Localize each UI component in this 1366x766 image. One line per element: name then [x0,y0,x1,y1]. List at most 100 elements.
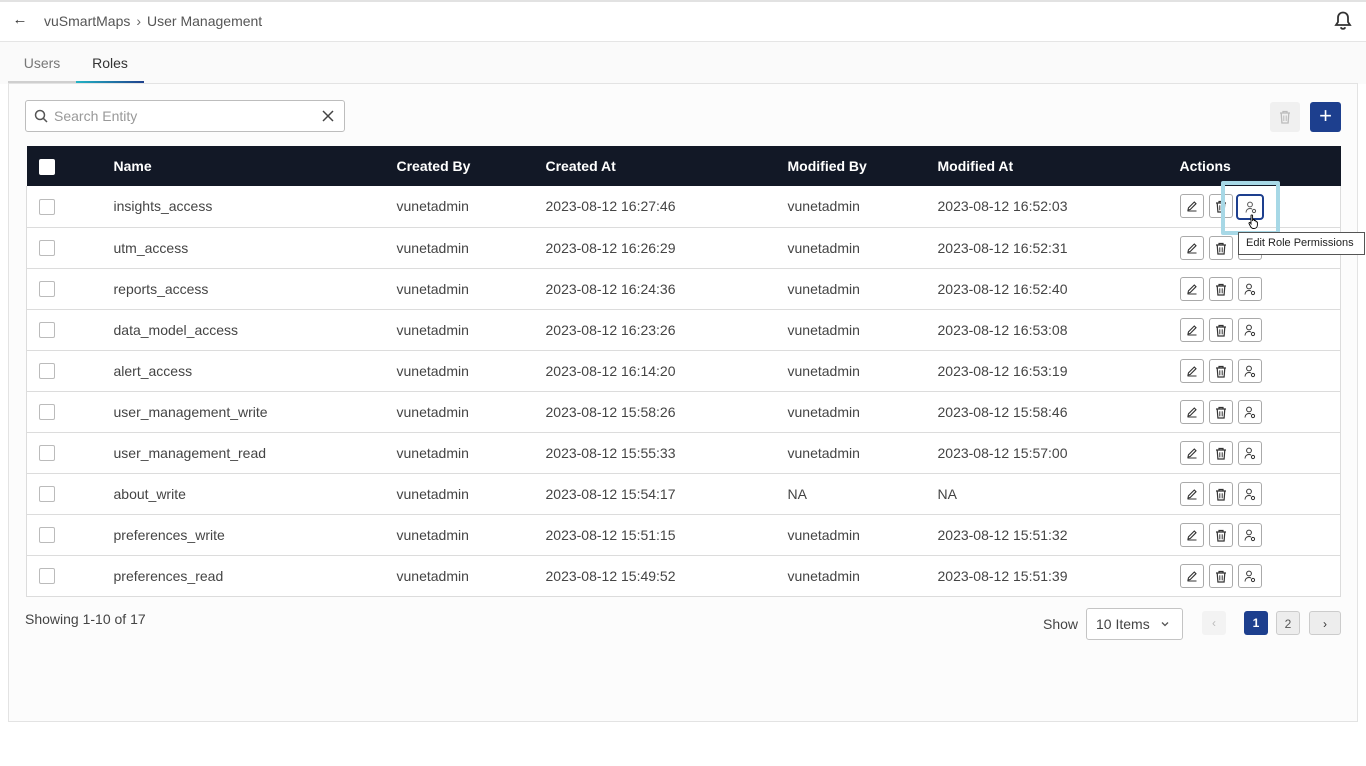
edit-role-button[interactable] [1179,276,1204,301]
prev-page-button[interactable]: ‹ [1202,611,1226,635]
delete-role-button[interactable] [1208,522,1233,547]
edit-role-button[interactable] [1179,194,1204,219]
created-by: vunetadmin [396,239,469,256]
row-actions [1179,268,1341,309]
edit-role-permissions-button[interactable] [1237,440,1262,465]
breadcrumb: vuSmartMaps › User Management [44,13,262,29]
pagination-summary: Showing 1-10 of 17 [25,611,146,627]
table-row: preferences_read vunetadmin 2023-08-12 15:… [26,555,1341,596]
row-checkbox[interactable] [39,404,55,421]
pencil-icon [1186,201,1197,212]
role-name: about_write [113,485,186,502]
row-checkbox[interactable] [39,240,55,257]
row-actions [1179,309,1341,350]
edit-role-button[interactable] [1179,317,1204,342]
trash-icon [1215,365,1226,378]
search-icon [34,109,48,123]
edit-role-permissions-button[interactable] [1237,276,1262,301]
column-header-modified-by[interactable]: Modified By [788,146,938,186]
modified-by: vunetadmin [787,198,860,215]
page-2-button[interactable]: 2 [1276,611,1300,635]
edit-role-permissions-button[interactable] [1237,399,1262,424]
user-permissions-icon [1244,570,1255,582]
edit-role-permissions-button[interactable] [1237,522,1262,547]
role-name: preferences_read [113,567,224,584]
delete-role-button[interactable] [1208,235,1233,260]
row-checkbox[interactable] [39,445,55,462]
page-size-select[interactable]: 10 Items [1086,608,1183,640]
table-row: user_management_write vunetadmin 2023-08-1… [26,391,1341,432]
table-row: data_model_access vunetadmin 2023-08-12 16… [26,309,1341,350]
row-checkbox[interactable] [39,363,55,380]
edit-role-permissions-button[interactable] [1237,481,1262,506]
delete-role-button[interactable] [1208,440,1233,465]
back-arrow-icon[interactable]: ← [10,10,30,30]
created-by: vunetadmin [396,567,469,584]
trash-icon [1215,529,1226,542]
add-role-button[interactable]: + [1310,102,1341,132]
delete-role-button[interactable] [1208,481,1233,506]
user-permissions-icon [1244,365,1255,377]
row-actions [1179,473,1341,514]
edit-role-button[interactable] [1179,481,1204,506]
row-checkbox[interactable] [39,486,55,503]
delete-role-button[interactable] [1208,358,1233,383]
edit-role-permissions-button[interactable] [1237,358,1262,383]
column-header-created-at[interactable]: Created At [546,146,788,186]
search-input[interactable] [54,105,314,127]
bulk-delete-button[interactable] [1270,102,1300,132]
next-page-button[interactable]: › [1309,611,1341,635]
created-at: 2023-08-12 16:27:46 [545,198,676,215]
pencil-icon [1186,488,1197,499]
table-row: about_write vunetadmin 2023-08-12 15:54:17… [26,473,1341,514]
edit-role-permissions-button[interactable] [1237,563,1262,588]
role-name: user_management_read [113,444,267,461]
close-icon[interactable] [320,108,336,124]
bell-icon[interactable] [1334,11,1354,33]
row-checkbox[interactable] [39,527,55,544]
pencil-icon [1186,447,1197,458]
created-at: 2023-08-12 16:26:29 [545,239,676,256]
row-checkbox[interactable] [39,198,55,215]
modified-at: 2023-08-12 16:53:08 [937,321,1068,338]
row-checkbox[interactable] [39,281,55,298]
delete-role-button[interactable] [1208,276,1233,301]
column-header-created-by[interactable]: Created By [397,146,546,186]
trash-icon [1215,324,1226,337]
row-actions [1179,514,1341,555]
edit-role-button[interactable] [1179,440,1204,465]
trash-icon [1215,447,1226,460]
trash-icon [1215,283,1226,296]
tab-roles[interactable]: Roles [76,55,144,84]
table-row: alert_access vunetadmin 2023-08-12 16:14:2… [26,350,1341,391]
row-checkbox[interactable] [39,568,55,585]
delete-role-button[interactable] [1208,399,1233,424]
modified-by: vunetadmin [787,280,860,297]
tab-users[interactable]: Users [8,55,76,84]
column-header-modified-at[interactable]: Modified At [938,146,1180,186]
modified-by: vunetadmin [787,526,860,543]
column-header-name[interactable]: Name [114,146,397,186]
delete-role-button[interactable] [1208,317,1233,342]
created-by: vunetadmin [396,403,469,420]
created-at: 2023-08-12 15:55:33 [545,444,676,461]
created-at: 2023-08-12 16:14:20 [545,362,676,379]
edit-role-button[interactable] [1179,522,1204,547]
role-name: utm_access [113,239,189,256]
delete-role-button[interactable] [1208,563,1233,588]
breadcrumb-root[interactable]: vuSmartMaps [44,13,130,29]
modified-by: vunetadmin [787,567,860,584]
pencil-icon [1186,283,1197,294]
row-checkbox[interactable] [39,322,55,339]
edit-role-button[interactable] [1179,399,1204,424]
created-by: vunetadmin [396,526,469,543]
edit-role-permissions-button[interactable] [1237,317,1262,342]
role-name: insights_access [113,198,213,215]
role-name: reports_access [113,280,209,297]
page-1-button[interactable]: 1 [1244,611,1268,635]
edit-role-button[interactable] [1179,358,1204,383]
modified-at: 2023-08-12 16:52:03 [937,198,1068,215]
edit-role-button[interactable] [1179,235,1204,260]
edit-role-button[interactable] [1179,563,1204,588]
select-all-checkbox[interactable] [38,158,55,175]
